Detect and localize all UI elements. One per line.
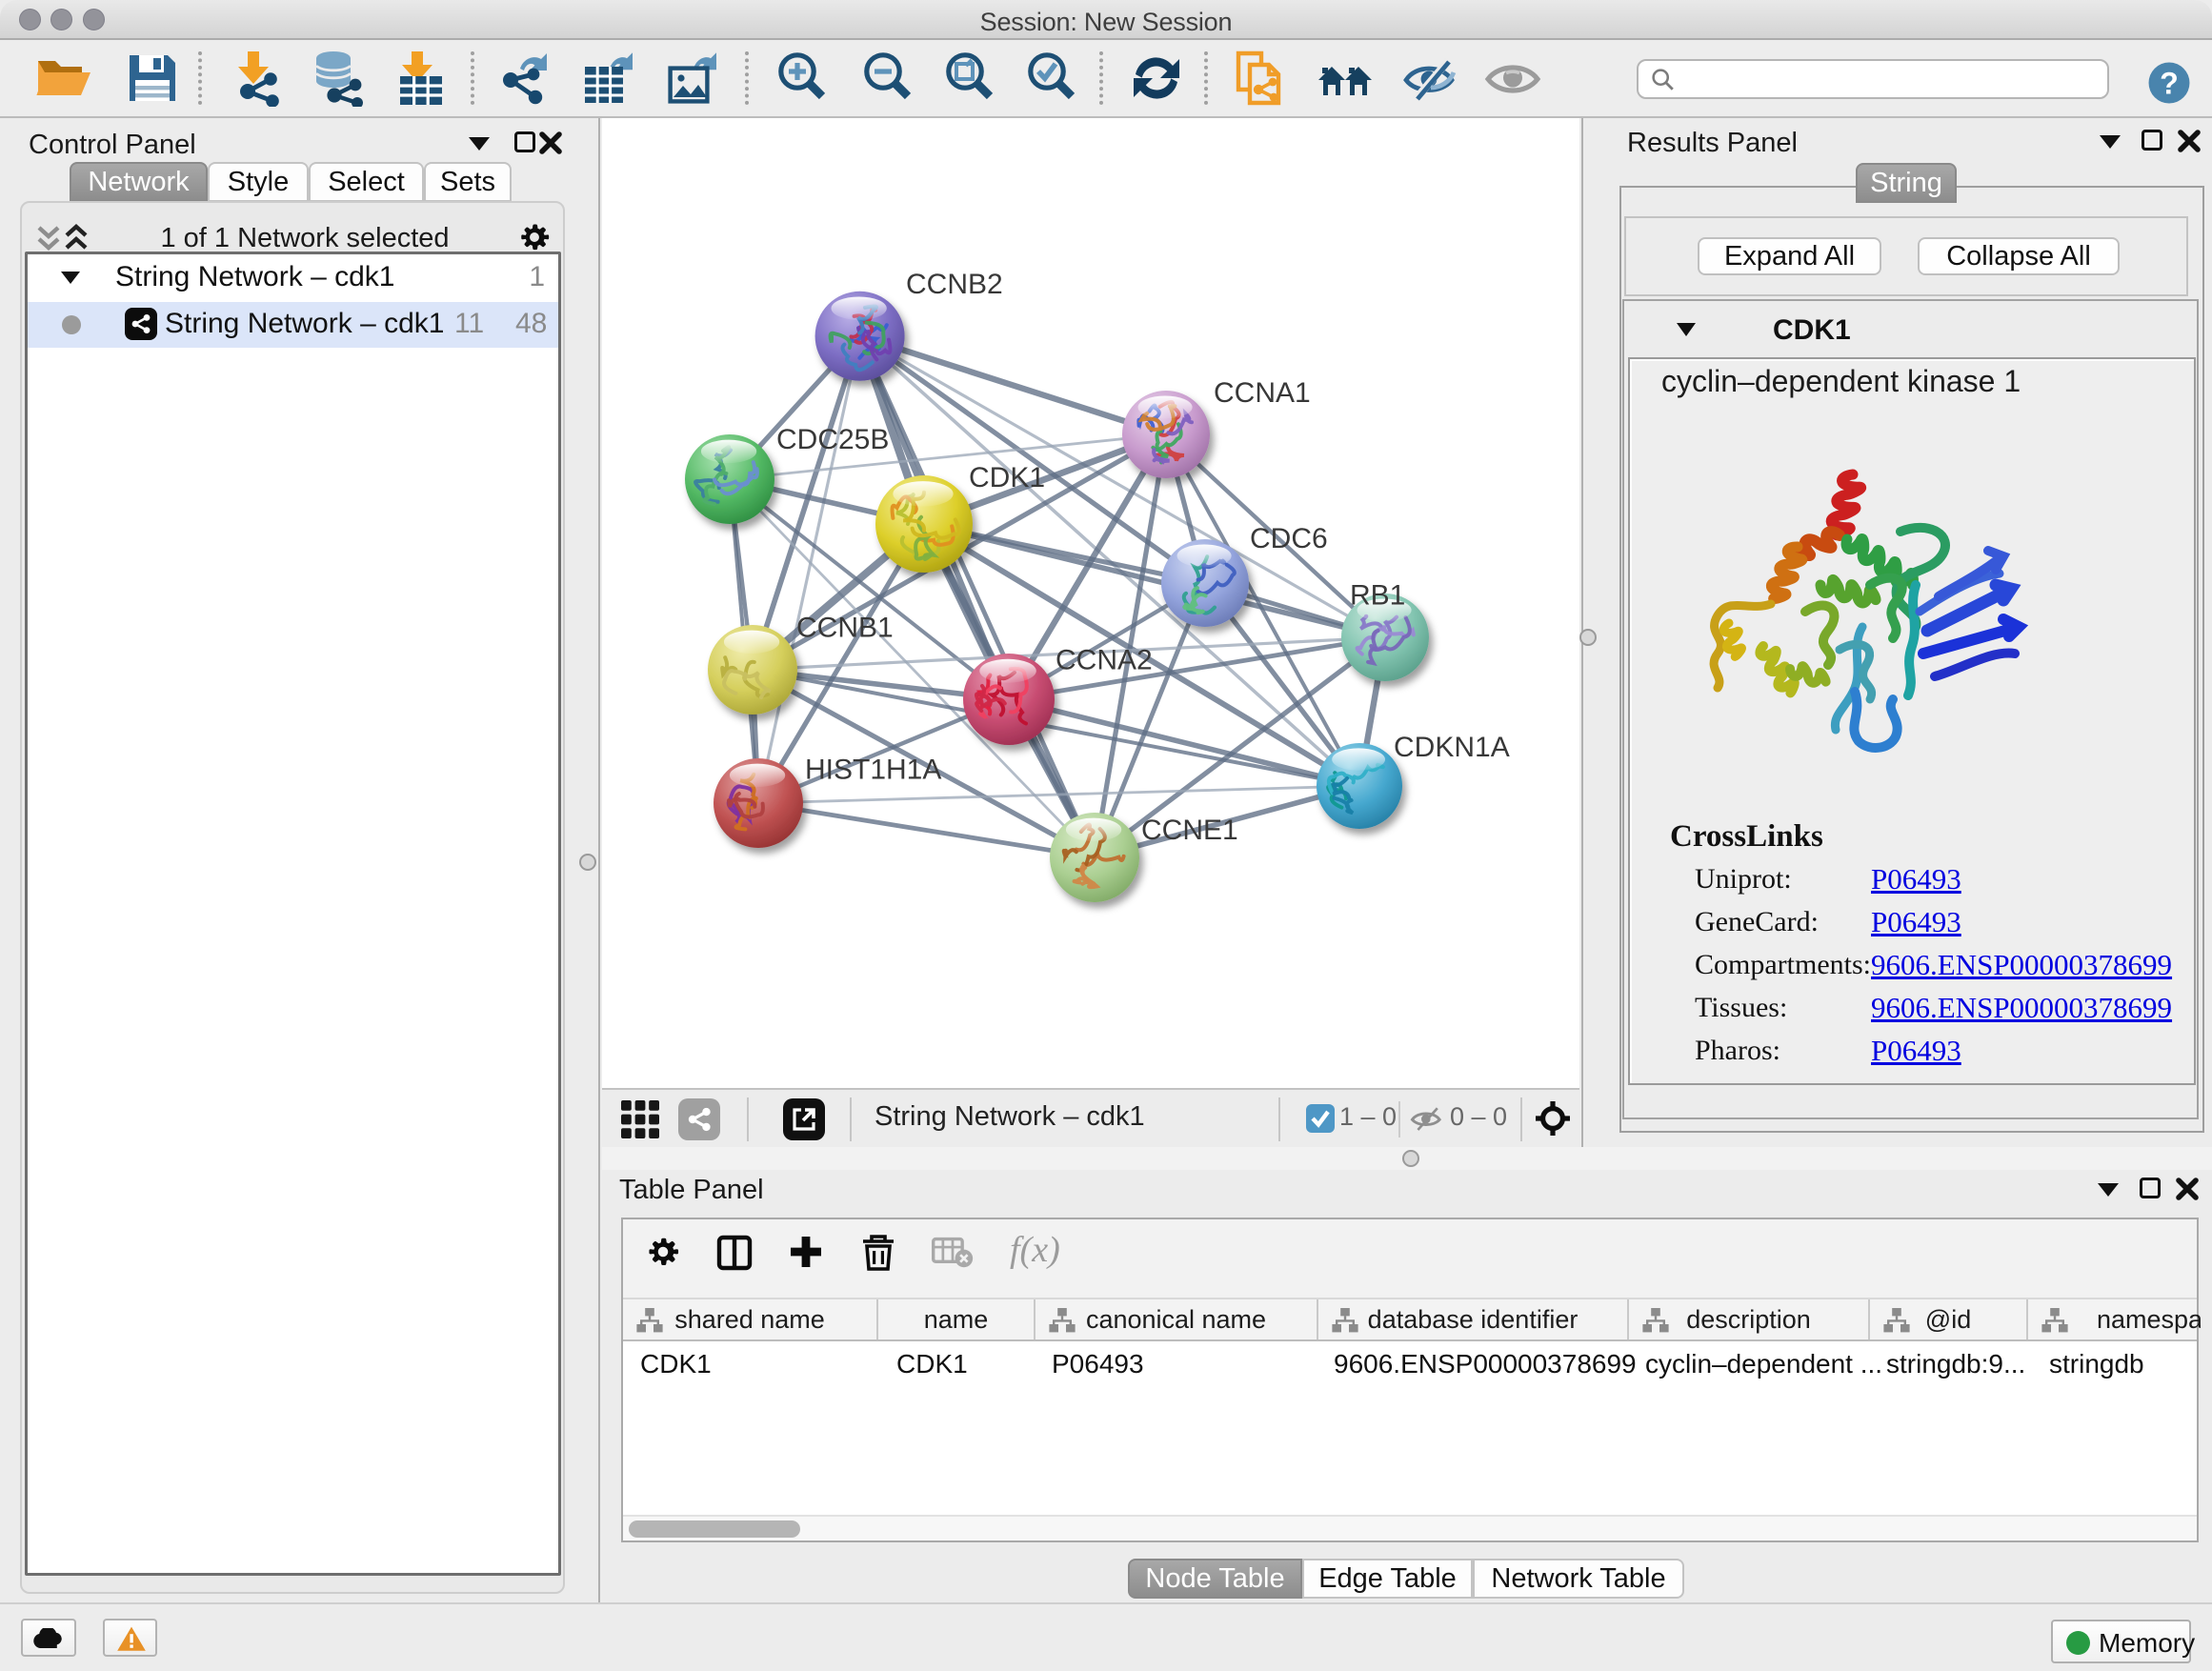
svg-text:CDC25B: CDC25B [776, 424, 889, 455]
svg-text:CDK1: CDK1 [969, 462, 1045, 493]
svg-text:CCNE1: CCNE1 [1141, 815, 1238, 846]
svg-text:CCNB1: CCNB1 [796, 613, 894, 644]
svg-text:HIST1H1A: HIST1H1A [805, 754, 941, 785]
svg-text:CDC6: CDC6 [1250, 523, 1328, 554]
svg-text:CCNA1: CCNA1 [1214, 377, 1311, 409]
svg-text:CDKN1A: CDKN1A [1394, 732, 1510, 763]
svg-text:RB1: RB1 [1350, 580, 1405, 612]
svg-text:?: ? [2160, 67, 2179, 101]
svg-text:CCNA2: CCNA2 [1056, 645, 1153, 676]
svg-text:CCNB2: CCNB2 [906, 269, 1003, 300]
